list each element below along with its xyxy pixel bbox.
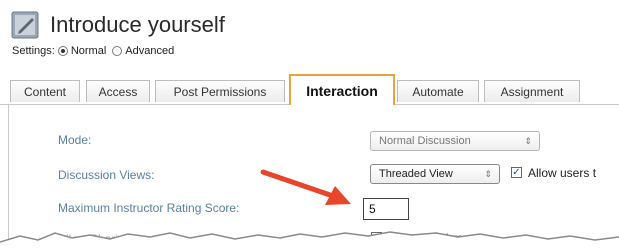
mode-select[interactable]: Normal Discussion ⇕ bbox=[370, 131, 540, 151]
max-rating-input[interactable]: 5 bbox=[363, 198, 409, 220]
select-arrows-icon: ⇕ bbox=[524, 135, 532, 146]
select-arrows-icon: ⇕ bbox=[484, 168, 492, 179]
tab-access[interactable]: Access bbox=[86, 80, 150, 102]
max-rating-label: Maximum Instructor Rating Score: bbox=[58, 201, 240, 215]
normal-radio[interactable] bbox=[57, 46, 68, 56]
torn-edge bbox=[0, 231, 619, 249]
allow-users-checkbox[interactable]: ✓ bbox=[511, 167, 522, 178]
discussion-views-label: Discussion Views: bbox=[58, 168, 155, 182]
tab-interaction[interactable]: Interaction bbox=[289, 74, 395, 105]
tab-assignment[interactable]: Assignment bbox=[484, 80, 580, 102]
mode-label: Mode: bbox=[58, 133, 92, 147]
annotation-arrow-icon bbox=[260, 169, 351, 205]
discussion-views-select[interactable]: Threaded View ⇕ bbox=[370, 164, 500, 184]
page-icon bbox=[11, 11, 39, 39]
tab-automate[interactable]: Automate bbox=[397, 80, 479, 102]
tab-bar: Content Access Post Permissions Interact… bbox=[0, 72, 619, 105]
normal-label[interactable]: Normal bbox=[71, 45, 106, 57]
tab-content[interactable]: Content bbox=[10, 80, 80, 102]
settings-row: Settings: Normal Advanced bbox=[12, 45, 174, 57]
settings-label: Settings: bbox=[12, 45, 55, 57]
allow-users-label: Allow users t bbox=[528, 166, 597, 180]
discussion-views-value: Threaded View bbox=[379, 168, 453, 180]
advanced-radio[interactable] bbox=[112, 46, 123, 56]
tab-post-permissions[interactable]: Post Permissions bbox=[155, 80, 285, 102]
advanced-label[interactable]: Advanced bbox=[125, 45, 174, 57]
mode-value: Normal Discussion bbox=[379, 135, 471, 147]
page-title: Introduce yourself bbox=[50, 12, 225, 37]
